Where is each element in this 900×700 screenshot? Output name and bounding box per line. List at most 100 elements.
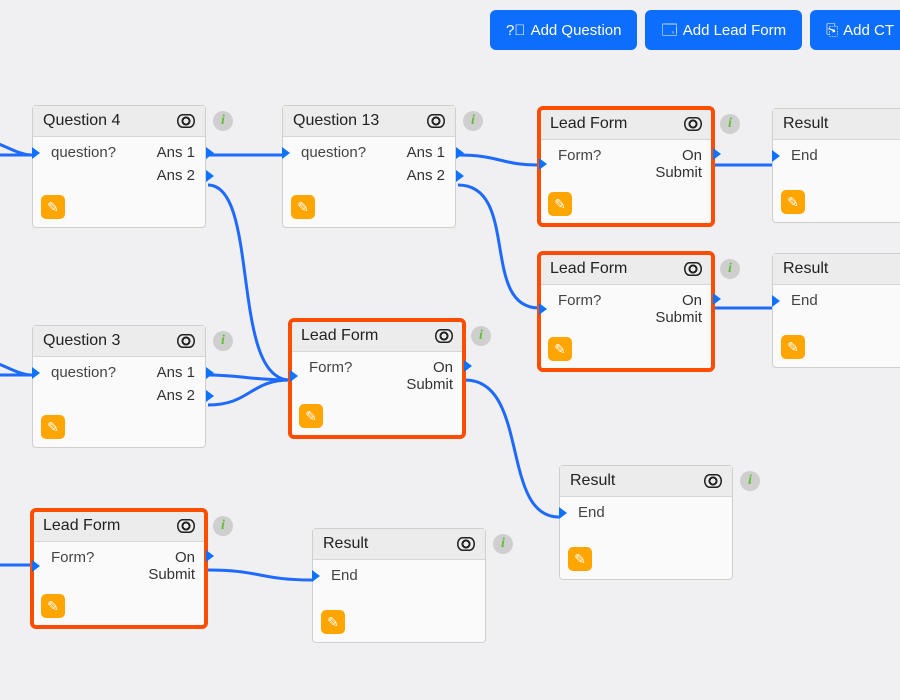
output-port[interactable] xyxy=(456,147,464,159)
prompt-label: Form? xyxy=(558,147,655,164)
node-title: Result xyxy=(323,535,368,553)
node-row: Ans 2 xyxy=(33,164,205,187)
node-footer: ✎ xyxy=(773,186,900,222)
input-port[interactable] xyxy=(32,147,40,159)
node-result-1[interactable]: Result End ✎ xyxy=(772,108,900,223)
input-port[interactable] xyxy=(32,560,40,572)
node-result-4[interactable]: Result End ✎ i xyxy=(312,528,486,643)
node-body: Form? On Submit xyxy=(540,140,712,188)
node-lead-form-2[interactable]: Lead Form Form? On Submit ✎ i xyxy=(539,253,713,370)
node-row: Form? On Submit xyxy=(291,356,463,396)
info-icon[interactable]: i xyxy=(493,534,513,554)
output-port[interactable] xyxy=(713,293,721,305)
prompt-label: Form? xyxy=(309,359,406,376)
edit-icon[interactable]: ✎ xyxy=(548,192,572,216)
node-header[interactable]: Question 4 xyxy=(33,106,205,137)
node-header[interactable]: Result xyxy=(313,529,485,560)
output-port[interactable] xyxy=(206,390,214,402)
node-question-3[interactable]: Question 3 question? Ans 1 Ans 2 ✎ i xyxy=(32,325,206,448)
node-result-2[interactable]: Result End ✎ xyxy=(772,253,900,368)
node-row: End xyxy=(560,501,732,524)
eye-icon[interactable] xyxy=(177,519,195,533)
node-body: Form? On Submit xyxy=(540,285,712,333)
node-header[interactable]: Question 3 xyxy=(33,326,205,357)
eye-icon[interactable] xyxy=(457,537,475,551)
eye-icon[interactable] xyxy=(684,117,702,131)
input-port[interactable] xyxy=(290,370,298,382)
info-icon[interactable]: i xyxy=(213,331,233,351)
eye-icon[interactable] xyxy=(435,329,453,343)
eye-icon[interactable] xyxy=(704,474,722,488)
output-port[interactable] xyxy=(464,360,472,372)
node-footer: ✎ xyxy=(560,543,732,579)
node-lead-form-1[interactable]: Lead Form Form? On Submit ✎ i xyxy=(539,108,713,225)
node-header[interactable]: Lead Form xyxy=(33,511,205,542)
node-row: Form? On Submit xyxy=(540,144,712,184)
eye-icon[interactable] xyxy=(177,114,195,128)
input-port[interactable] xyxy=(539,158,547,170)
edit-icon[interactable]: ✎ xyxy=(781,190,805,214)
edit-icon[interactable]: ✎ xyxy=(291,195,315,219)
output-port[interactable] xyxy=(206,367,214,379)
edit-icon[interactable]: ✎ xyxy=(321,610,345,634)
end-label: End xyxy=(578,504,722,521)
prompt-label: question? xyxy=(51,364,157,381)
edit-icon[interactable]: ✎ xyxy=(41,195,65,219)
output-port[interactable] xyxy=(206,147,214,159)
eye-icon[interactable] xyxy=(427,114,445,128)
input-port[interactable] xyxy=(282,147,290,159)
edit-icon[interactable]: ✎ xyxy=(548,337,572,361)
prompt-label: Form? xyxy=(558,292,655,309)
output-port[interactable] xyxy=(206,170,214,182)
eye-icon[interactable] xyxy=(684,262,702,276)
edit-icon[interactable]: ✎ xyxy=(299,404,323,428)
answer-label: Ans 2 xyxy=(157,167,195,184)
canvas[interactable]: Question 4 question? Ans 1 Ans 2 ✎ i Que… xyxy=(0,0,900,700)
input-port[interactable] xyxy=(32,367,40,379)
node-header[interactable]: Question 13 xyxy=(283,106,455,137)
info-icon[interactable]: i xyxy=(720,259,740,279)
node-header[interactable]: Result xyxy=(773,254,900,285)
end-label: End xyxy=(331,567,475,584)
node-title: Question 13 xyxy=(293,112,379,130)
node-footer: ✎ xyxy=(291,400,463,436)
info-icon[interactable]: i xyxy=(463,111,483,131)
info-icon[interactable]: i xyxy=(471,326,491,346)
input-port[interactable] xyxy=(772,295,780,307)
edit-icon[interactable]: ✎ xyxy=(568,547,592,571)
input-port[interactable] xyxy=(559,507,567,519)
node-lead-form-4[interactable]: Lead Form Form? On Submit ✎ i xyxy=(32,510,206,627)
end-label: End xyxy=(791,292,900,309)
node-title: Question 3 xyxy=(43,332,120,350)
info-icon[interactable]: i xyxy=(213,111,233,131)
node-row: question? Ans 1 xyxy=(33,141,205,164)
input-port[interactable] xyxy=(772,150,780,162)
node-row: End xyxy=(773,289,900,312)
node-title: Lead Form xyxy=(43,517,120,535)
node-header[interactable]: Lead Form xyxy=(540,109,712,140)
node-lead-form-3[interactable]: Lead Form Form? On Submit ✎ i xyxy=(290,320,464,437)
edit-icon[interactable]: ✎ xyxy=(41,415,65,439)
node-title: Lead Form xyxy=(550,115,627,133)
answer-label: Ans 1 xyxy=(157,144,195,161)
output-port[interactable] xyxy=(713,148,721,160)
input-port[interactable] xyxy=(539,303,547,315)
info-icon[interactable]: i xyxy=(740,471,760,491)
node-row: Form? On Submit xyxy=(540,289,712,329)
node-question-4[interactable]: Question 4 question? Ans 1 Ans 2 ✎ i xyxy=(32,105,206,228)
input-port[interactable] xyxy=(312,570,320,582)
edit-icon[interactable]: ✎ xyxy=(41,594,65,618)
node-header[interactable]: Lead Form xyxy=(540,254,712,285)
output-port[interactable] xyxy=(206,550,214,562)
edit-icon[interactable]: ✎ xyxy=(781,335,805,359)
info-icon[interactable]: i xyxy=(213,516,233,536)
eye-icon[interactable] xyxy=(177,334,195,348)
node-result-3[interactable]: Result End ✎ i xyxy=(559,465,733,580)
node-header[interactable]: Lead Form xyxy=(291,321,463,352)
node-question-13[interactable]: Question 13 question? Ans 1 Ans 2 ✎ i xyxy=(282,105,456,228)
node-header[interactable]: Result xyxy=(773,109,900,140)
node-title: Result xyxy=(783,260,828,278)
node-header[interactable]: Result xyxy=(560,466,732,497)
output-port[interactable] xyxy=(456,170,464,182)
info-icon[interactable]: i xyxy=(720,114,740,134)
